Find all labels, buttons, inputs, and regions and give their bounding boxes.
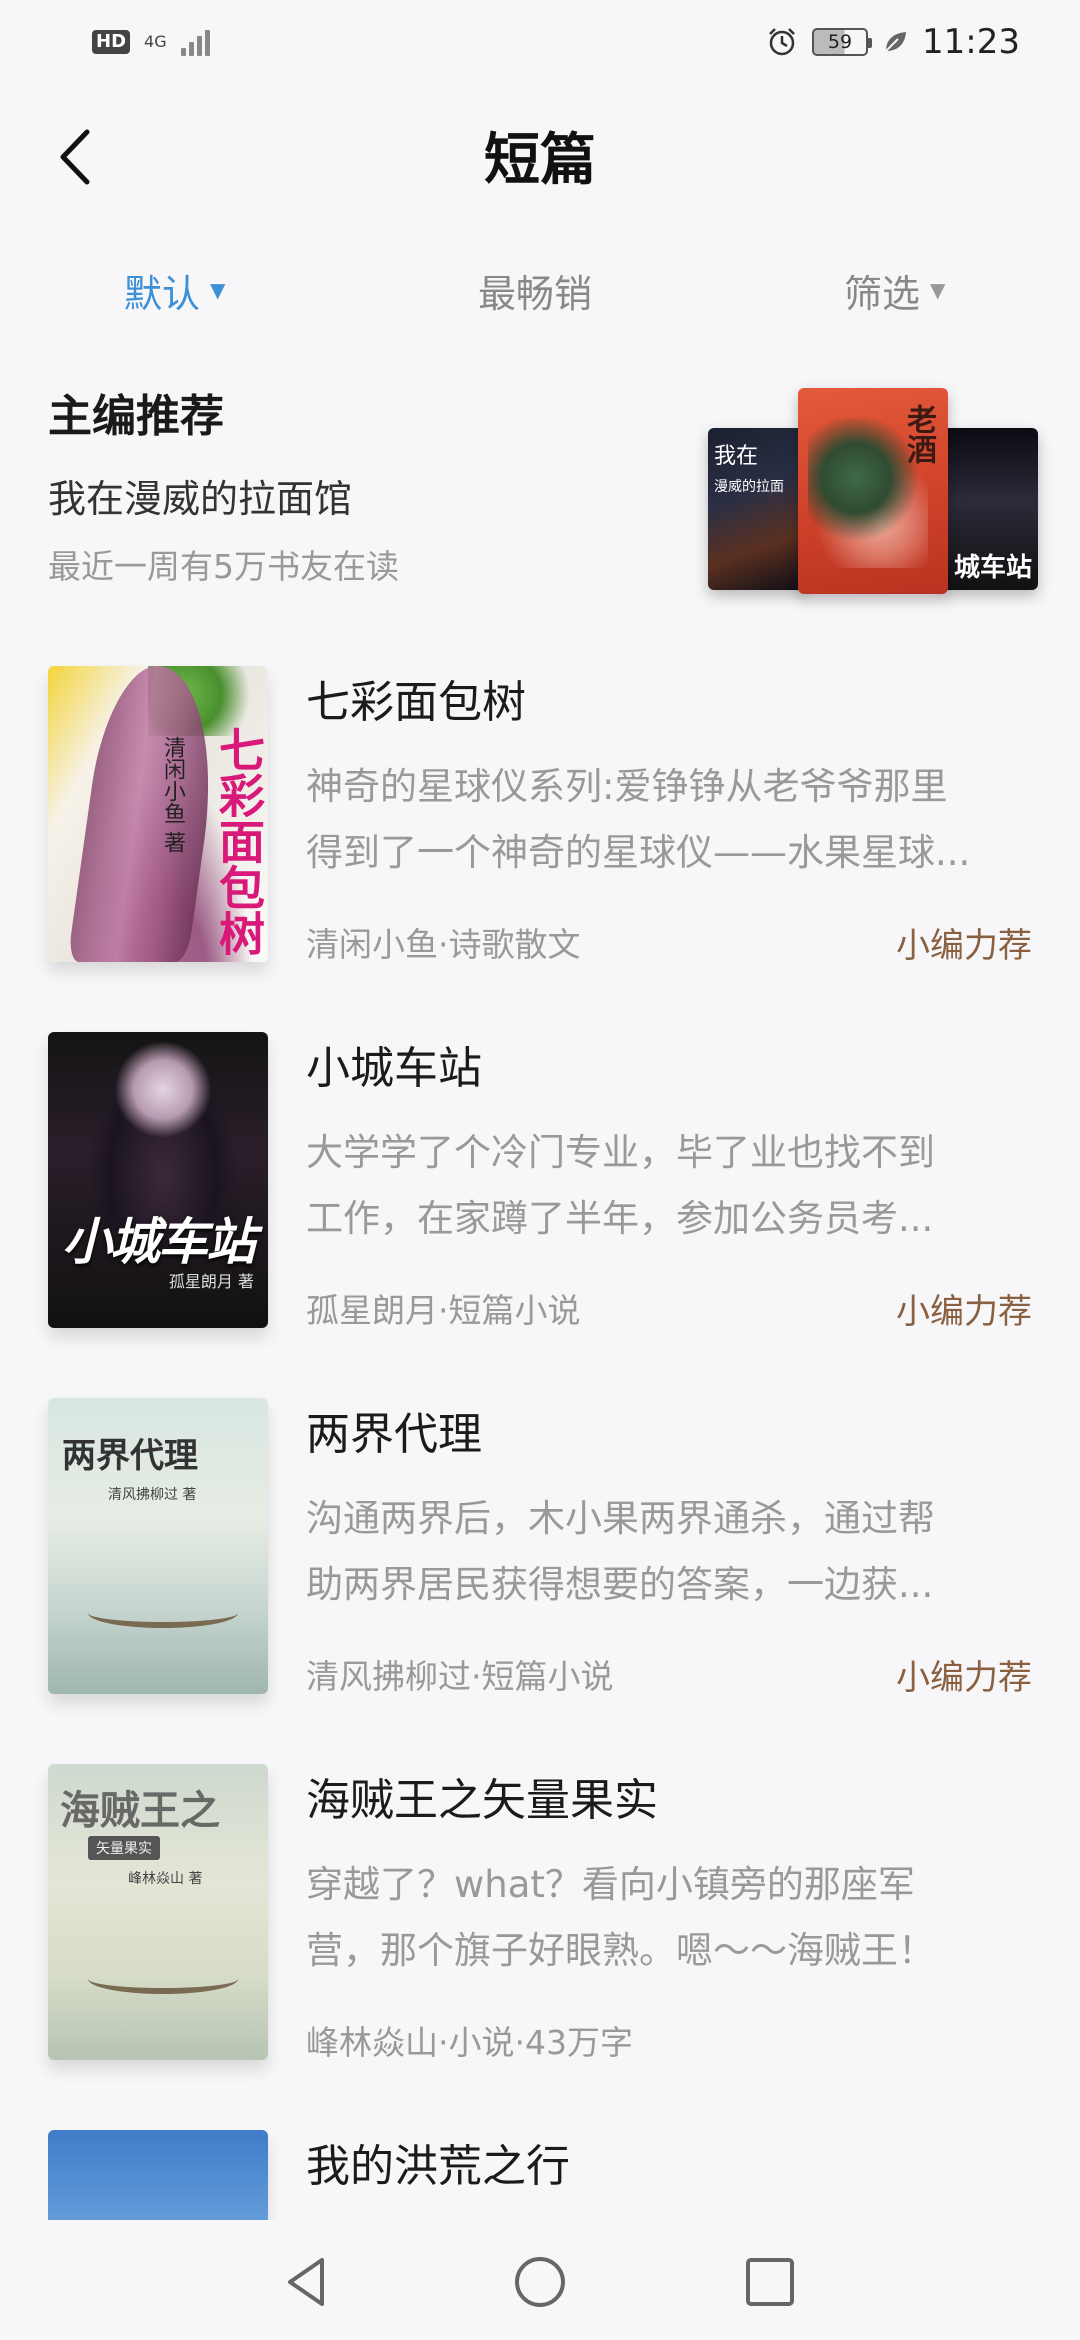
book-meta: 峰林焱山·小说·43万字 — [306, 2023, 633, 2062]
status-right: 59 11:23 — [766, 22, 1020, 62]
book-description-line: 工作，在家蹲了半年，参加公务员考... — [306, 1197, 934, 1240]
cover-author: 峰林焱山 著 — [128, 1871, 203, 1887]
sort-tabs: 默认 ▼ 最畅销 筛选 ▼ — [0, 250, 1080, 330]
signal-icon — [180, 28, 210, 56]
cover-title: 海贼王之 — [60, 1787, 220, 1834]
header: 短篇 — [0, 100, 1080, 210]
caret-down-icon: ▼ — [210, 278, 226, 302]
book-title: 海贼王之矢量果实 — [306, 1775, 658, 1826]
cover-title: 两界代理 — [62, 1436, 198, 1476]
leaf-icon — [885, 32, 907, 52]
book-meta: 孤星朗月·短篇小说 — [306, 1291, 581, 1330]
status-bar: HD 4G 59 11:23 — [0, 0, 1080, 84]
book-cover: 两界代理 清风拂柳过 著 — [48, 1398, 268, 1694]
book-description-line: 营，那个旗子好眼熟。嗯～～海贼王！ — [306, 1929, 935, 1972]
list-item[interactable]: 我的洪荒之行 — [48, 2130, 1032, 2220]
status-left: HD 4G — [92, 28, 210, 56]
editor-pick-heading: 主编推荐 — [48, 391, 224, 442]
clock: 11:23 — [922, 22, 1020, 62]
page-title: 短篇 — [484, 126, 596, 193]
list-item[interactable]: 小城车站 孤星朗月 著 小城车站 大学学了个冷门专业，毕了业也找不到 工作，在家… — [48, 1032, 1032, 1332]
tab-filter-label: 筛选 — [844, 271, 921, 316]
cover-art — [88, 1964, 238, 1994]
stack-cover-right-title: 城车站 — [953, 553, 1032, 583]
book-title: 小城车站 — [306, 1043, 482, 1094]
book-description: 大学学了个冷门专业，毕了业也找不到 工作，在家蹲了半年，参加公务员考... — [306, 1120, 1032, 1252]
book-title: 两界代理 — [306, 1409, 482, 1460]
stack-cover-left-sub: 漫威的拉面 — [714, 479, 784, 495]
editor-pick-cover-stack: 我在 漫威的拉面 老酒 城车站 — [708, 388, 1038, 598]
book-description-line: 大学学了个冷门专业，毕了业也找不到 — [306, 1131, 935, 1174]
stack-cover-left-title: 我在 — [714, 444, 759, 469]
tab-bestseller[interactable]: 最畅销 — [478, 263, 592, 318]
book-description-line: 穿越了？what？看向小镇旁的那座军 — [306, 1863, 915, 1906]
book-cover — [48, 2130, 268, 2220]
book-cover: 小城车站 孤星朗月 著 — [48, 1032, 268, 1328]
tab-default-label: 默认 — [124, 271, 201, 316]
book-description-line: 助两界居民获得想要的答案，一边获... — [306, 1563, 934, 1606]
cover-author: 清闲小鱼 著 — [160, 736, 185, 853]
book-title: 七彩面包树 — [306, 677, 526, 728]
cover-author: 清风拂柳过 著 — [108, 1487, 197, 1503]
book-meta: 清风拂柳过·短篇小说 — [306, 1657, 614, 1696]
book-description-line: 得到了一个神奇的星球仪——水果星球... — [306, 831, 971, 874]
book-meta: 清闲小鱼·诗歌散文 — [306, 925, 581, 964]
book-tag: 小编力荐 — [896, 1292, 1032, 1332]
editor-pick-book-title: 我在漫威的拉面馆 — [48, 477, 353, 521]
chevron-left-icon — [60, 129, 90, 185]
cover-subtitle: 矢量果实 — [88, 1836, 160, 1860]
back-button[interactable] — [40, 122, 110, 192]
nav-home-icon[interactable] — [508, 2250, 572, 2314]
tab-bestseller-label: 最畅销 — [478, 271, 593, 316]
cover-title: 小城车站 — [62, 1213, 256, 1271]
book-title: 我的洪荒之行 — [306, 2141, 570, 2192]
battery-indicator: 59 — [812, 28, 873, 56]
list-item[interactable]: 七彩面包树 清闲小鱼 著 七彩面包树 神奇的星球仪系列:爱铮铮从老爷爷那里 得到… — [48, 666, 1032, 966]
alarm-icon — [769, 28, 795, 56]
tab-default[interactable]: 默认 ▼ — [124, 263, 225, 318]
hd-icon: HD — [92, 30, 131, 54]
tab-filter[interactable]: 筛选 ▼ — [844, 263, 945, 318]
book-description: 穿越了？what？看向小镇旁的那座军 营，那个旗子好眼熟。嗯～～海贼王！ — [306, 1852, 1032, 1984]
list-item[interactable]: 两界代理 清风拂柳过 著 两界代理 沟通两界后，木小果两界通杀，通过帮 助两界居… — [48, 1398, 1032, 1698]
stack-cover-left: 我在 漫威的拉面 — [708, 428, 808, 590]
stack-cover-center-title: 老酒 — [901, 404, 936, 464]
book-description-line: 神奇的星球仪系列:爱铮铮从老爷爷那里 — [306, 765, 948, 808]
stack-cover-center: 老酒 — [798, 388, 948, 594]
cover-title: 七彩面包树 — [212, 726, 266, 956]
book-description: 沟通两界后，木小果两界通杀，通过帮 助两界居民获得想要的答案，一边获... — [306, 1486, 1032, 1618]
nav-back-icon[interactable] — [276, 2250, 340, 2314]
book-tag: 小编力荐 — [896, 926, 1032, 966]
list-item[interactable]: 海贼王之 矢量果实 峰林焱山 著 海贼王之矢量果实 穿越了？what？看向小镇旁… — [48, 1764, 1032, 2064]
network-type: 4G — [144, 32, 167, 51]
book-cover: 七彩面包树 清闲小鱼 著 — [48, 666, 268, 962]
book-tag: 小编力荐 — [896, 1658, 1032, 1698]
caret-down-icon: ▼ — [930, 278, 946, 302]
book-cover: 海贼王之 矢量果实 峰林焱山 著 — [48, 1764, 268, 2060]
cover-art — [88, 1598, 238, 1628]
book-description-line: 沟通两界后，木小果两界通杀，通过帮 — [306, 1497, 935, 1540]
nav-recent-icon[interactable] — [738, 2250, 802, 2314]
book-description: 神奇的星球仪系列:爱铮铮从老爷爷那里 得到了一个神奇的星球仪——水果星球... — [306, 754, 1032, 886]
cover-author: 孤星朗月 著 — [168, 1272, 254, 1291]
system-nav-bar — [0, 2220, 1080, 2340]
editor-pick-readers: 最近一周有5万书友在读 — [48, 547, 399, 586]
editor-pick-card[interactable]: 主编推荐 我在漫威的拉面馆 最近一周有5万书友在读 我在 漫威的拉面 老酒 城车… — [48, 380, 1038, 610]
stack-cover-right: 城车站 — [942, 428, 1038, 590]
